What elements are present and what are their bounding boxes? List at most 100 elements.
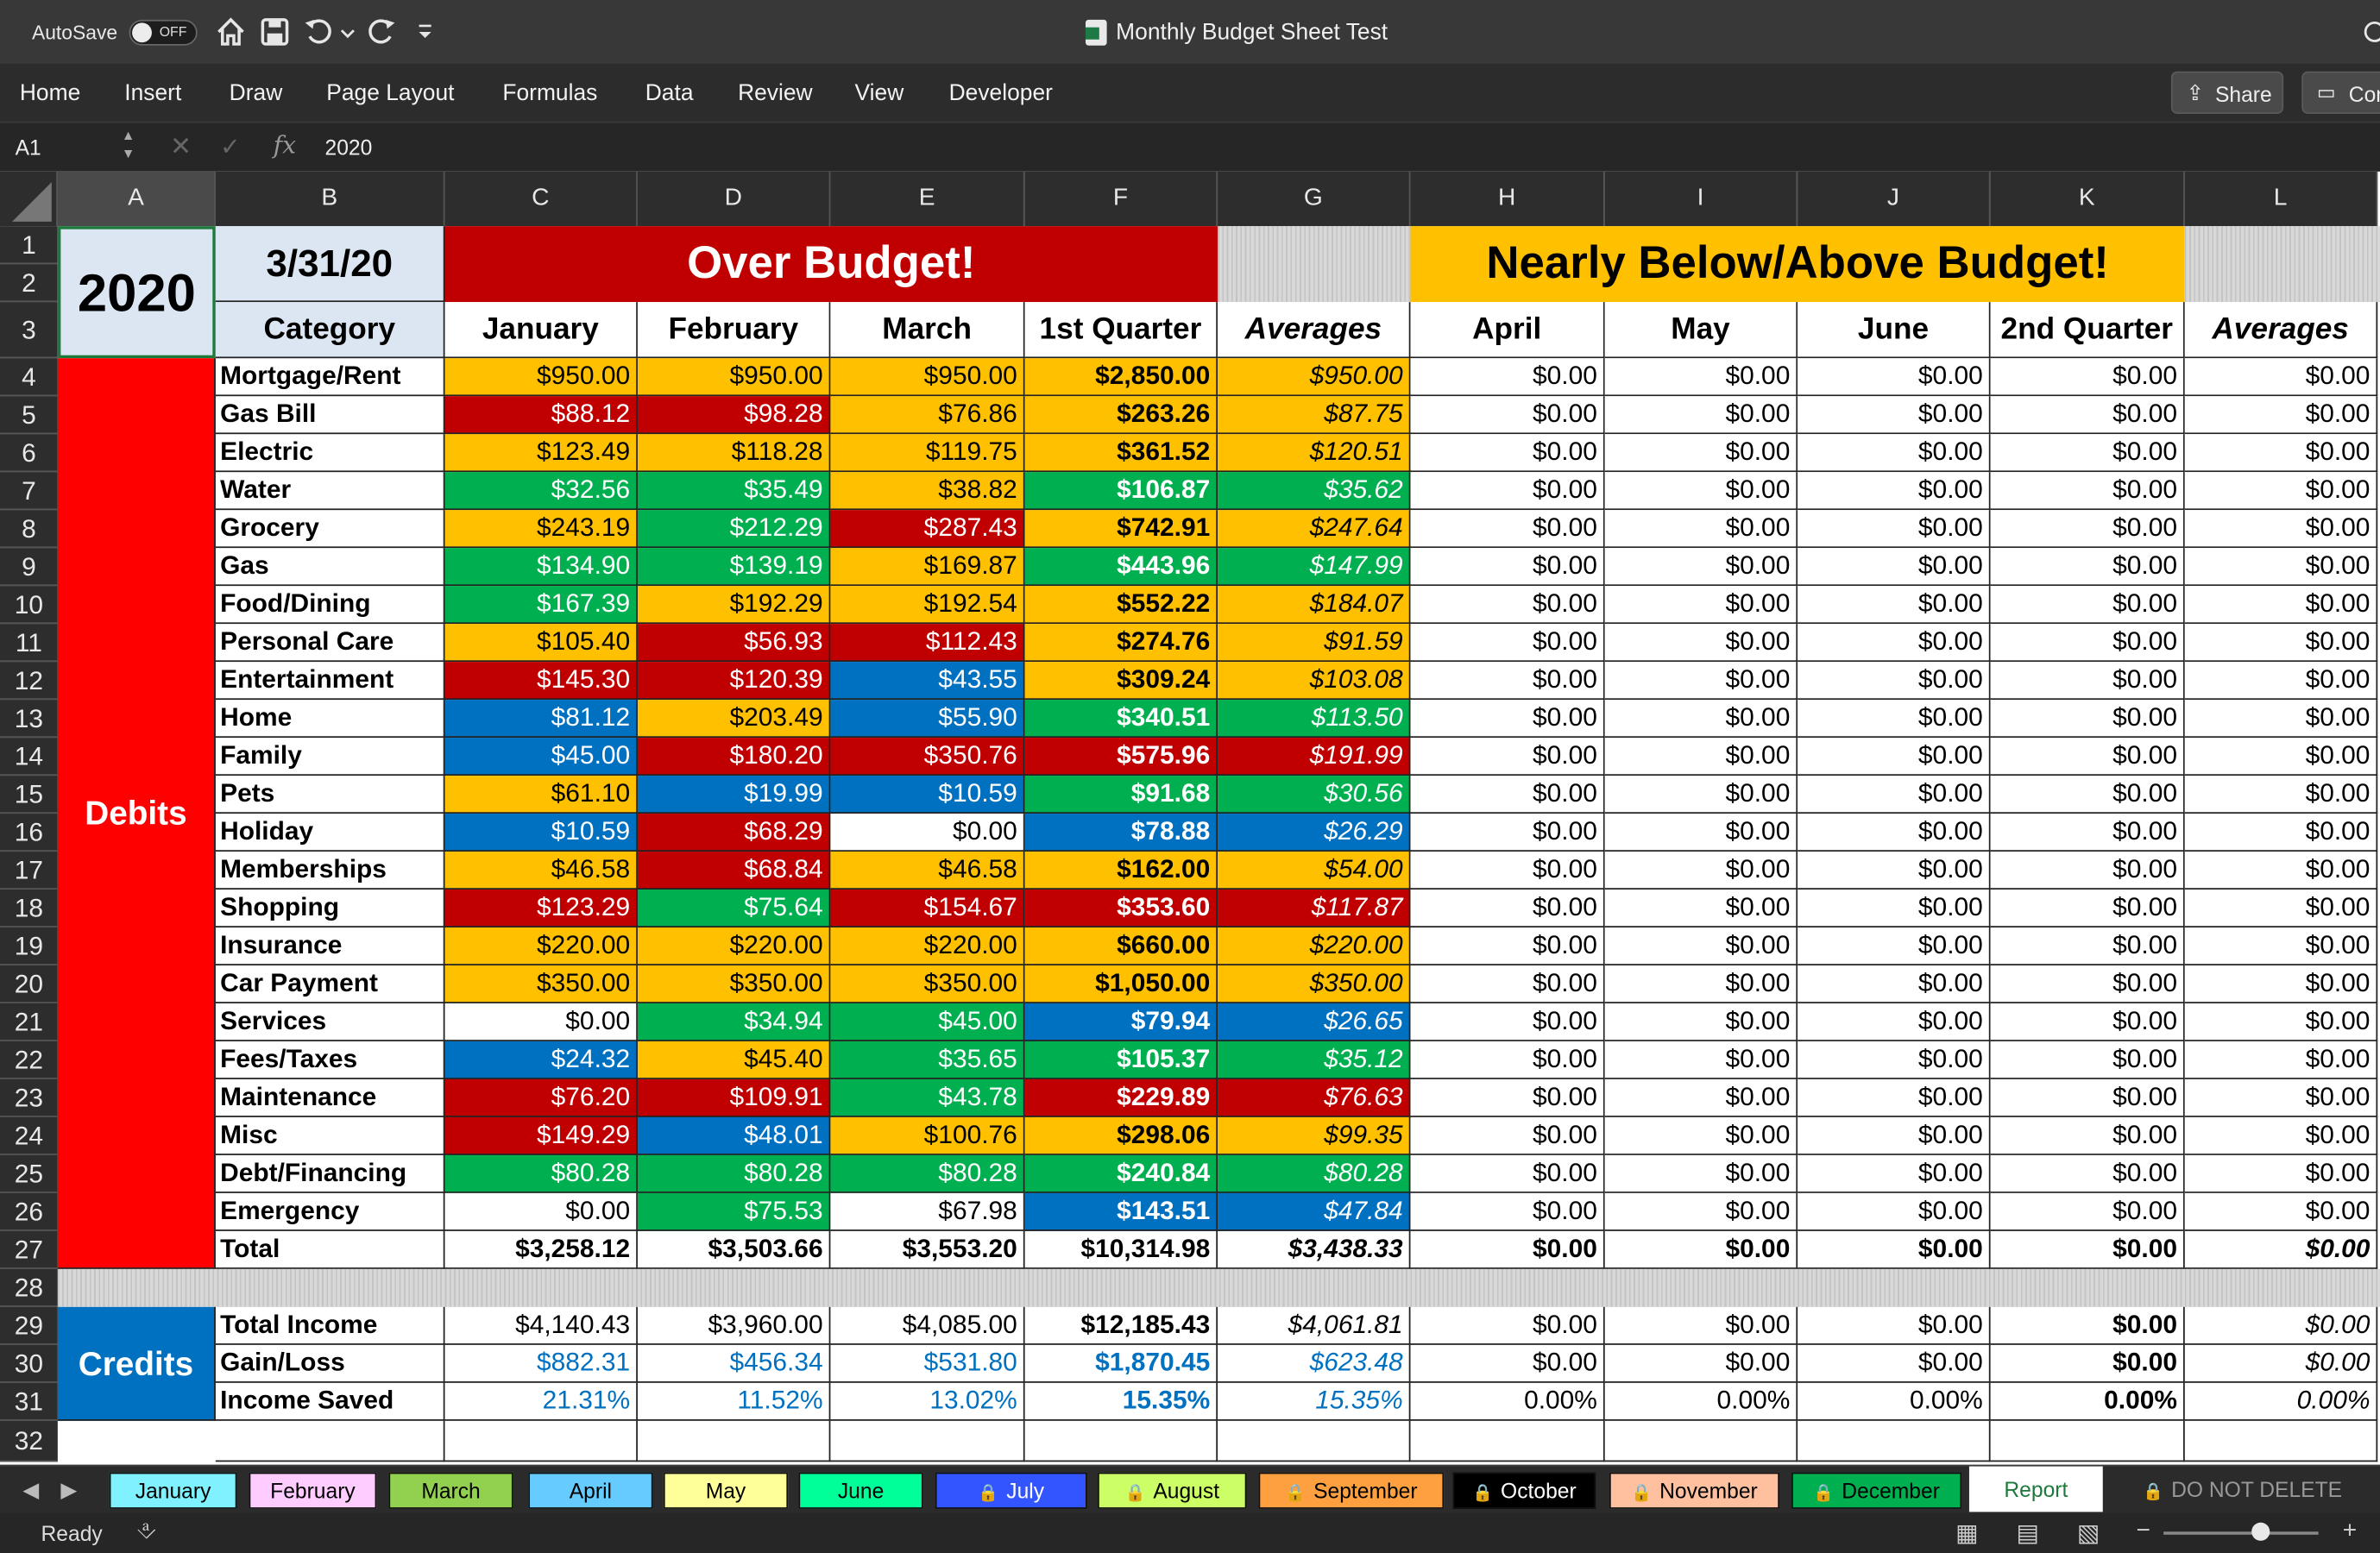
column-header-f[interactable]: F	[1024, 171, 1218, 227]
row-header-22[interactable]: 22	[0, 1041, 58, 1079]
value-cell[interactable]: $0.00	[1410, 700, 1605, 739]
value-cell[interactable]: $229.89	[1024, 1078, 1218, 1117]
category-total-income[interactable]: Total Income	[215, 1306, 445, 1345]
value-cell[interactable]: $0.00	[1410, 510, 1605, 549]
value-cell[interactable]: $19.99	[637, 776, 831, 814]
empty-cell[interactable]	[1218, 1420, 1411, 1462]
value-cell[interactable]: $0.00	[1798, 927, 1991, 965]
value-cell[interactable]: $0.00	[1410, 1003, 1605, 1041]
value-cell[interactable]: $0.00	[2184, 396, 2378, 435]
header-may-2[interactable]: May	[1604, 302, 1798, 359]
value-cell[interactable]: $220.00	[637, 927, 831, 965]
value-cell[interactable]: $54.00	[1218, 852, 1411, 890]
value-cell[interactable]: $123.29	[444, 890, 638, 927]
value-cell[interactable]: $75.64	[637, 890, 831, 927]
value-cell[interactable]: $0.00	[1604, 965, 1798, 1003]
value-cell[interactable]: $0.00	[1604, 624, 1798, 663]
credit-cell[interactable]: $4,140.43	[444, 1306, 638, 1345]
value-cell[interactable]: $0.00	[1798, 890, 1991, 927]
value-cell[interactable]: $0.00	[1990, 776, 2185, 814]
value-cell[interactable]: $950.00	[444, 358, 638, 397]
value-cell[interactable]: $0.00	[1604, 700, 1798, 739]
value-cell[interactable]: $0.00	[1798, 624, 1991, 663]
accessibility-icon[interactable]: ⎀	[136, 1518, 156, 1545]
prev-sheet-icon[interactable]: ◀	[22, 1477, 39, 1503]
row-header-11[interactable]: 11	[0, 624, 58, 663]
value-cell[interactable]: $0.00	[1604, 586, 1798, 625]
value-cell[interactable]: $180.20	[637, 738, 831, 776]
category-services[interactable]: Services	[215, 1003, 445, 1041]
column-header-a[interactable]: A	[57, 171, 216, 227]
value-cell[interactable]: $0.00	[1990, 814, 2185, 852]
category-fees-taxes[interactable]: Fees/Taxes	[215, 1041, 445, 1079]
value-cell[interactable]: $103.08	[1218, 662, 1411, 701]
value-cell[interactable]: $0.00	[444, 1192, 638, 1231]
value-cell[interactable]: $575.96	[1024, 738, 1218, 776]
value-cell[interactable]: $26.29	[1218, 814, 1411, 852]
value-cell[interactable]: $67.98	[830, 1192, 1025, 1231]
name-box[interactable]: A1 ▲ ▼	[0, 123, 152, 171]
value-cell[interactable]: $154.67	[830, 890, 1025, 927]
credit-cell[interactable]: $4,061.81	[1218, 1306, 1411, 1345]
value-cell[interactable]: $162.00	[1024, 852, 1218, 890]
row-header-32[interactable]: 32	[0, 1420, 58, 1462]
header-march[interactable]: March	[830, 302, 1025, 359]
value-cell[interactable]: $0.00	[1410, 396, 1605, 435]
value-cell[interactable]: $0.00	[2184, 1003, 2378, 1041]
empty-cell[interactable]	[444, 1420, 638, 1462]
value-cell[interactable]: $0.00	[1798, 662, 1991, 701]
cancel-icon[interactable]: ✕	[170, 132, 192, 162]
column-header-c[interactable]: C	[444, 171, 638, 227]
value-cell[interactable]: $0.00	[2184, 434, 2378, 473]
total-cell[interactable]: $3,503.66	[637, 1230, 831, 1269]
sheet-tab-february[interactable]: February	[249, 1472, 377, 1509]
credit-cell[interactable]: $623.48	[1218, 1344, 1411, 1383]
row-header-28[interactable]: 28	[0, 1268, 58, 1307]
column-header-j[interactable]: J	[1798, 171, 1991, 227]
total-cell[interactable]: $0.00	[2184, 1230, 2378, 1269]
value-cell[interactable]: $45.00	[444, 738, 638, 776]
save-icon[interactable]	[258, 16, 292, 49]
value-cell[interactable]: $443.96	[1024, 548, 1218, 587]
value-cell[interactable]: $0.00	[1410, 662, 1605, 701]
value-cell[interactable]: $99.35	[1218, 1116, 1411, 1155]
credit-cell[interactable]: $1,870.45	[1024, 1344, 1218, 1383]
value-cell[interactable]: $0.00	[1604, 776, 1798, 814]
value-cell[interactable]: $0.00	[1604, 472, 1798, 511]
value-cell[interactable]: $552.22	[1024, 586, 1218, 625]
value-cell[interactable]: $0.00	[1990, 890, 2185, 927]
value-cell[interactable]: $46.58	[830, 852, 1025, 890]
value-cell[interactable]: $309.24	[1024, 662, 1218, 701]
debits-label[interactable]: Debits	[57, 358, 216, 1269]
value-cell[interactable]: $0.00	[2184, 1154, 2378, 1193]
category-misc[interactable]: Misc	[215, 1116, 445, 1155]
value-cell[interactable]: $0.00	[1410, 548, 1605, 587]
category-holiday[interactable]: Holiday	[215, 814, 445, 852]
total-cell[interactable]: $3,553.20	[830, 1230, 1025, 1269]
category-home[interactable]: Home	[215, 700, 445, 739]
value-cell[interactable]: $0.00	[1990, 510, 2185, 549]
column-header-d[interactable]: D	[637, 171, 831, 227]
credit-cell[interactable]: 0.00%	[1990, 1382, 2185, 1421]
value-cell[interactable]: $0.00	[1990, 1116, 2185, 1155]
value-cell[interactable]: $0.00	[1604, 927, 1798, 965]
category-memberships[interactable]: Memberships	[215, 852, 445, 890]
value-cell[interactable]: $0.00	[1604, 358, 1798, 397]
value-cell[interactable]: $0.00	[1410, 890, 1605, 927]
page-break-view-icon[interactable]: ▧	[2077, 1518, 2100, 1548]
total-cell[interactable]: $0.00	[1798, 1230, 1991, 1269]
value-cell[interactable]: $0.00	[2184, 1192, 2378, 1231]
category-total[interactable]: Total	[215, 1230, 445, 1269]
value-cell[interactable]: $43.78	[830, 1078, 1025, 1117]
value-cell[interactable]: $0.00	[1410, 624, 1605, 663]
value-cell[interactable]: $76.86	[830, 396, 1025, 435]
value-cell[interactable]: $220.00	[444, 927, 638, 965]
value-cell[interactable]: $32.56	[444, 472, 638, 511]
sheet-tab-october[interactable]: 🔒 October	[1452, 1472, 1596, 1509]
row-header-31[interactable]: 31	[0, 1382, 58, 1421]
value-cell[interactable]: $192.29	[637, 586, 831, 625]
credit-cell[interactable]: 0.00%	[1604, 1382, 1798, 1421]
value-cell[interactable]: $169.87	[830, 548, 1025, 587]
value-cell[interactable]: $80.28	[830, 1154, 1025, 1193]
value-cell[interactable]: $119.75	[830, 434, 1025, 473]
